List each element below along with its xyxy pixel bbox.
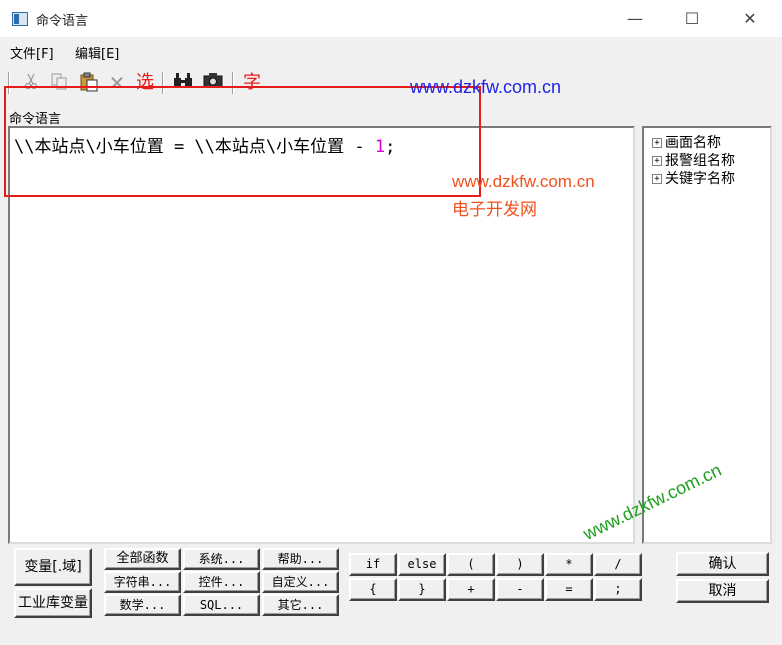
tree-item-screens[interactable]: + 画面名称 (652, 132, 721, 152)
op-divide-button[interactable]: / (594, 553, 642, 576)
watermark-orange-url: www.dzkfw.com.cn (452, 172, 595, 191)
variable-domain-button[interactable]: 变量[.域] (14, 548, 92, 586)
all-functions-button[interactable]: 全部函数 (104, 548, 181, 570)
op-lparen-button[interactable]: ( (447, 553, 495, 576)
sql-button[interactable]: SQL... (183, 594, 260, 616)
confirm-button[interactable]: 确认 (676, 552, 769, 576)
math-button[interactable]: 数学... (104, 594, 181, 616)
op-else-button[interactable]: else (398, 553, 446, 576)
tree-item-label: 画面名称 (665, 135, 721, 151)
menu-bar: 文件[F] 编辑[E] (0, 38, 782, 64)
op-multiply-button[interactable]: * (545, 553, 593, 576)
op-rparen-button[interactable]: ) (496, 553, 544, 576)
minimize-button[interactable]: — (620, 6, 650, 32)
custom-button[interactable]: 自定义... (262, 571, 339, 593)
control-button[interactable]: 控件... (183, 571, 260, 593)
op-lbrace-button[interactable]: { (349, 578, 397, 601)
menu-edit[interactable]: 编辑[E] (75, 43, 119, 62)
tree-item-alarm-groups[interactable]: + 报警组名称 (652, 150, 735, 170)
library-variable-button[interactable]: 工业库变量 (14, 588, 92, 618)
watermark-orange-text: 电子开发网 (452, 200, 537, 219)
expand-icon[interactable]: + (652, 174, 662, 184)
help-button[interactable]: 帮助... (262, 548, 339, 570)
title-bar: 命令语言 — ☐ ✕ (0, 0, 782, 38)
op-if-button[interactable]: if (349, 553, 397, 576)
op-equals-button[interactable]: = (545, 578, 593, 601)
system-button[interactable]: 系统... (183, 548, 260, 570)
op-minus-button[interactable]: - (496, 578, 544, 601)
app-icon (12, 12, 28, 26)
other-button[interactable]: 其它... (262, 594, 339, 616)
close-button[interactable]: ✕ (735, 6, 765, 32)
watermark-blue: www.dzkfw.com.cn (410, 77, 562, 97)
window-title: 命令语言 (36, 14, 89, 29)
expand-icon[interactable]: + (652, 138, 662, 148)
tree-item-keywords[interactable]: + 关键字名称 (652, 168, 735, 188)
op-plus-button[interactable]: + (447, 578, 495, 601)
annotation-box (4, 86, 481, 197)
string-button[interactable]: 字符串... (104, 571, 181, 593)
op-semicolon-button[interactable]: ; (594, 578, 642, 601)
tree-item-label: 报警组名称 (665, 153, 735, 169)
cancel-button[interactable]: 取消 (676, 579, 769, 603)
op-rbrace-button[interactable]: } (398, 578, 446, 601)
expand-icon[interactable]: + (652, 156, 662, 166)
tree-item-label: 关键字名称 (665, 171, 735, 187)
menu-file[interactable]: 文件[F] (10, 43, 54, 62)
maximize-button[interactable]: ☐ (677, 6, 707, 32)
